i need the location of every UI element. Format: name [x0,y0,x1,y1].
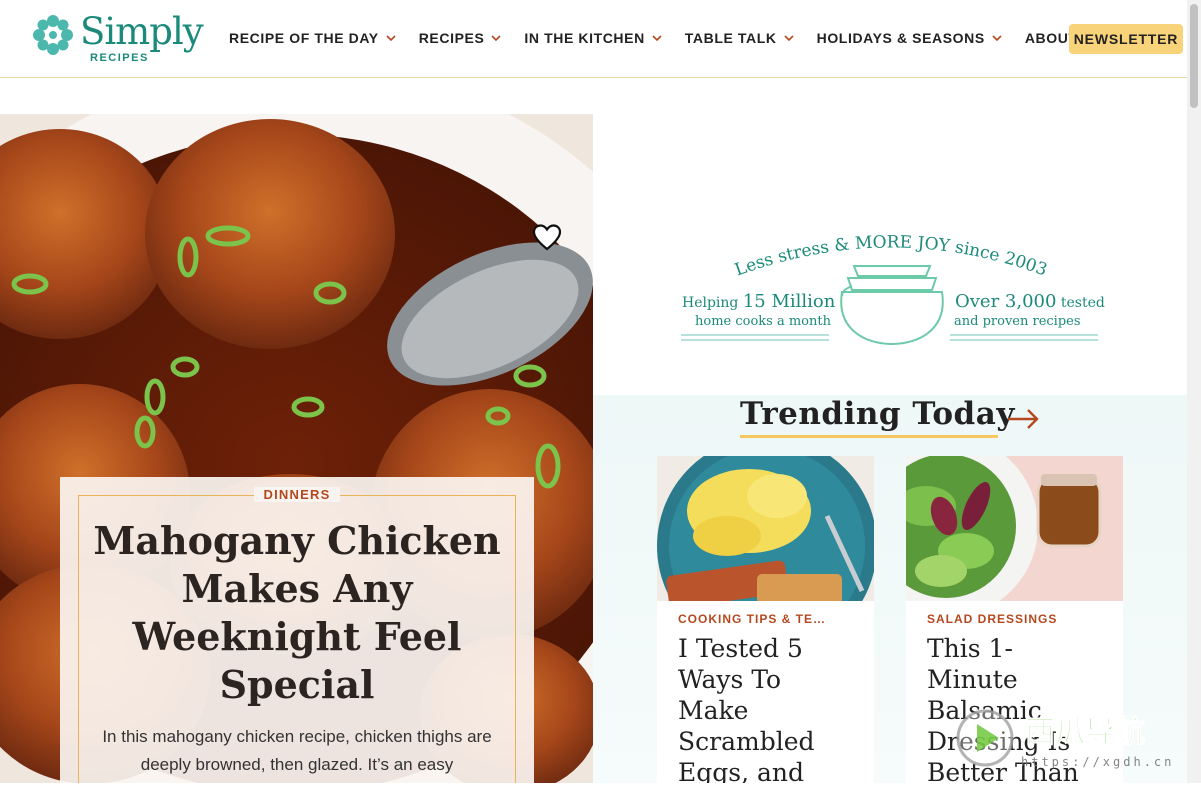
tagline-right-line2: and proven recipes [954,314,1081,329]
main-navigation: RECIPE OF THE DAY RECIPES IN THE KITCHEN… [229,30,1125,46]
nav-label: IN THE KITCHEN [524,30,645,46]
tagline-left-big: 15 Million [743,291,836,312]
chevron-down-icon [992,35,1002,42]
hero-text-card[interactable]: DINNERS Mahogany Chicken Makes Any Weekn… [60,477,534,783]
tagline-top-text: Less stress & MORE JOY since 2003 [732,232,1049,280]
tagline-left-prefix: Helping [682,295,743,311]
card-category[interactable]: COOKING TIPS & TE… [678,612,858,626]
nav-label: RECIPES [418,30,485,46]
nav-recipes[interactable]: RECIPES [419,30,503,46]
trending-underline [740,435,998,438]
site-watermark: 西瓜导航 https://xgdh.cn [955,700,1187,783]
salad-dressing-image [906,456,1123,601]
play-watermark-icon [956,709,1014,767]
nav-label: RECIPE OF THE DAY [229,30,379,46]
nav-recipe-of-the-day[interactable]: RECIPE OF THE DAY [229,30,397,46]
save-heart-icon[interactable] [531,222,563,254]
hero-feature[interactable]: DINNERS Mahogany Chicken Makes Any Weekn… [0,114,593,783]
card-image [906,456,1123,601]
watermark-text: 西瓜导航 [1025,715,1145,750]
tagline-right-suffix: tested [1056,295,1104,311]
tagline-graphic: Less stress & MORE JOY since 2003 Helpin… [676,220,1106,360]
nav-in-the-kitchen[interactable]: IN THE KITCHEN [524,30,662,46]
tagline-left-line2: home cooks a month [695,314,832,329]
arrow-right-icon[interactable] [1006,407,1040,431]
trending-title[interactable]: Trending Today [740,396,1015,432]
scrollbar-thumb[interactable] [1190,4,1198,108]
nav-holidays-seasons[interactable]: HOLIDAYS & SEASONS [817,30,1003,46]
logo-wordmark: Simply [80,10,204,53]
card-title[interactable]: I Tested 5 Ways To Make Scrambled Eggs, … [678,633,848,783]
hero-category-label: DINNERS [253,487,341,502]
chevron-down-icon [386,35,396,42]
mixing-bowls-icon [840,265,944,346]
chevron-down-icon [491,35,501,42]
watermark-url: https://xgdh.cn [1021,755,1174,769]
flower-logo-icon [33,15,73,55]
card-image [657,456,874,601]
svg-text:Helping 15 Million: Helping 15 Million [682,291,836,312]
hero-title[interactable]: Mahogany Chicken Makes Any Weeknight Fee… [90,517,504,709]
nav-label: TABLE TALK [684,30,777,46]
chevron-down-icon [652,35,662,42]
trending-card[interactable]: COOKING TIPS & TE… I Tested 5 Ways To Ma… [657,456,874,783]
chevron-down-icon [784,35,794,42]
site-header: Simply RECIPES RECIPE OF THE DAY RECIPES… [0,0,1187,78]
logo-subtext: RECIPES [90,52,149,64]
nav-table-talk[interactable]: TABLE TALK [685,30,795,46]
page-scrollbar[interactable] [1187,0,1201,783]
hero-description: In this mahogany chicken recipe, chicken… [102,727,492,774]
hero-category[interactable]: DINNERS [60,487,534,502]
scrambled-eggs-image [657,456,874,601]
simply-recipes-logo[interactable]: Simply RECIPES [30,10,212,66]
newsletter-button[interactable]: NEWSLETTER [1069,24,1183,54]
svg-text:Over 3,000 tested: Over 3,000 tested [955,291,1105,312]
card-category[interactable]: SALAD DRESSINGS [927,612,1107,626]
nav-label: HOLIDAYS & SEASONS [816,30,985,46]
tagline-right-big: Over 3,000 [955,291,1056,312]
